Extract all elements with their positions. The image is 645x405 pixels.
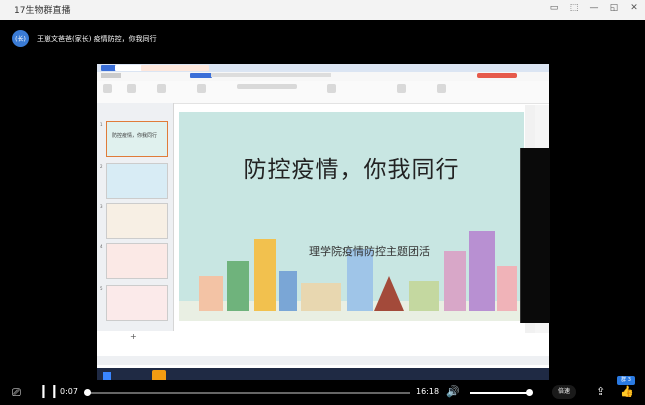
fullscreen-icon[interactable]: ⬚ [569, 3, 579, 13]
new-slide-icon [157, 84, 166, 93]
wps-active-tab [141, 65, 209, 71]
app-title: 17生物群直播 [14, 6, 71, 16]
thumbnail-title: 防控疫情，你我同行 [112, 133, 158, 139]
shape-icon [437, 84, 446, 93]
volume-knob[interactable] [526, 389, 533, 396]
restore-icon[interactable]: ◱ [609, 3, 619, 13]
window-titlebar: 17生物群直播 ▭ ⬚ — ◱ ✕ [0, 0, 645, 21]
volume-icon[interactable]: 🔊 [446, 385, 460, 398]
paste-icon [103, 84, 112, 93]
slide-subtitle: 理学院疫情防控主题团活 [309, 245, 430, 258]
city-illustration [179, 231, 524, 321]
font-box [237, 84, 297, 89]
progress-track[interactable] [86, 392, 410, 394]
close-icon[interactable]: ✕ [629, 3, 639, 13]
minimize-icon[interactable]: — [589, 3, 599, 13]
wps-ribbon [97, 81, 549, 104]
current-time: 0:07 [60, 387, 78, 396]
layout-icon [197, 84, 206, 93]
thumbnail-number: 3 [100, 204, 103, 209]
player-controls: ⎚ ❙❙ 0:07 16:18 🔊 倍速 ⇪ 👍 [0, 380, 645, 405]
thumbnail-number: 5 [100, 286, 103, 291]
thumbnail-5: 5 [100, 285, 168, 321]
speed-button[interactable]: 倍速 [552, 385, 577, 399]
member-badge: 群 3 [617, 376, 635, 385]
add-slide-button: + [130, 332, 137, 341]
total-time: 16:18 [416, 387, 440, 396]
wps-menu-start [190, 73, 212, 78]
presenter-info: (长) 王崽文爸爸(家长) 疫情防控，你我同行 [12, 30, 157, 47]
volume-track[interactable] [470, 392, 528, 394]
windows-start-icon [103, 372, 111, 380]
format-icon [127, 84, 136, 93]
live-stage: (长) 王崽文爸爸(家长) 疫情防控，你我同行 1 防控疫情，你我同行 2 3 … [0, 20, 645, 384]
wps-menu-items [211, 73, 331, 77]
slide-canvas: 防控疫情，你我同行 理学院疫情防控主题团活 [179, 112, 524, 321]
thumbnail-3: 3 [100, 203, 168, 239]
thumbnail-number: 4 [100, 244, 103, 249]
textbox-icon [397, 84, 406, 93]
caption-icon[interactable]: ⎚ [12, 386, 21, 400]
screen-icon[interactable]: ▭ [549, 3, 559, 13]
thumbnail-1: 1 防控疫情，你我同行 [100, 121, 168, 157]
presenter-name: 王崽文爸爸(家长) 疫情防控，你我同行 [37, 34, 157, 43]
thumbnail-number: 1 [100, 122, 103, 127]
thumbnail-2: 2 [100, 163, 168, 199]
wps-login-button [477, 73, 517, 78]
pause-icon[interactable]: ❙❙ [38, 384, 60, 399]
chat-panel [520, 148, 550, 323]
slide-thumbnails: 1 防控疫情，你我同行 2 3 4 5 [97, 103, 174, 331]
avatar: (长) [12, 30, 29, 47]
wps-menu-file [101, 73, 121, 78]
window-controls: ▭ ⬚ — ◱ ✕ [549, 3, 639, 13]
shared-screen: 1 防控疫情，你我同行 2 3 4 5 + 防控疫情，你我同行 理学院疫情防控主… [97, 64, 549, 384]
thumbnail-4: 4 [100, 243, 168, 279]
slide-title: 防控疫情，你我同行 [243, 157, 460, 183]
thumbnail-number: 2 [100, 164, 103, 169]
progress-knob[interactable] [84, 389, 91, 396]
wps-statusbar [97, 356, 549, 365]
wps-tabbar [97, 64, 549, 72]
like-icon[interactable]: 👍 [620, 385, 634, 398]
share-icon[interactable]: ⇪ [596, 385, 605, 398]
align-icon [327, 84, 336, 93]
